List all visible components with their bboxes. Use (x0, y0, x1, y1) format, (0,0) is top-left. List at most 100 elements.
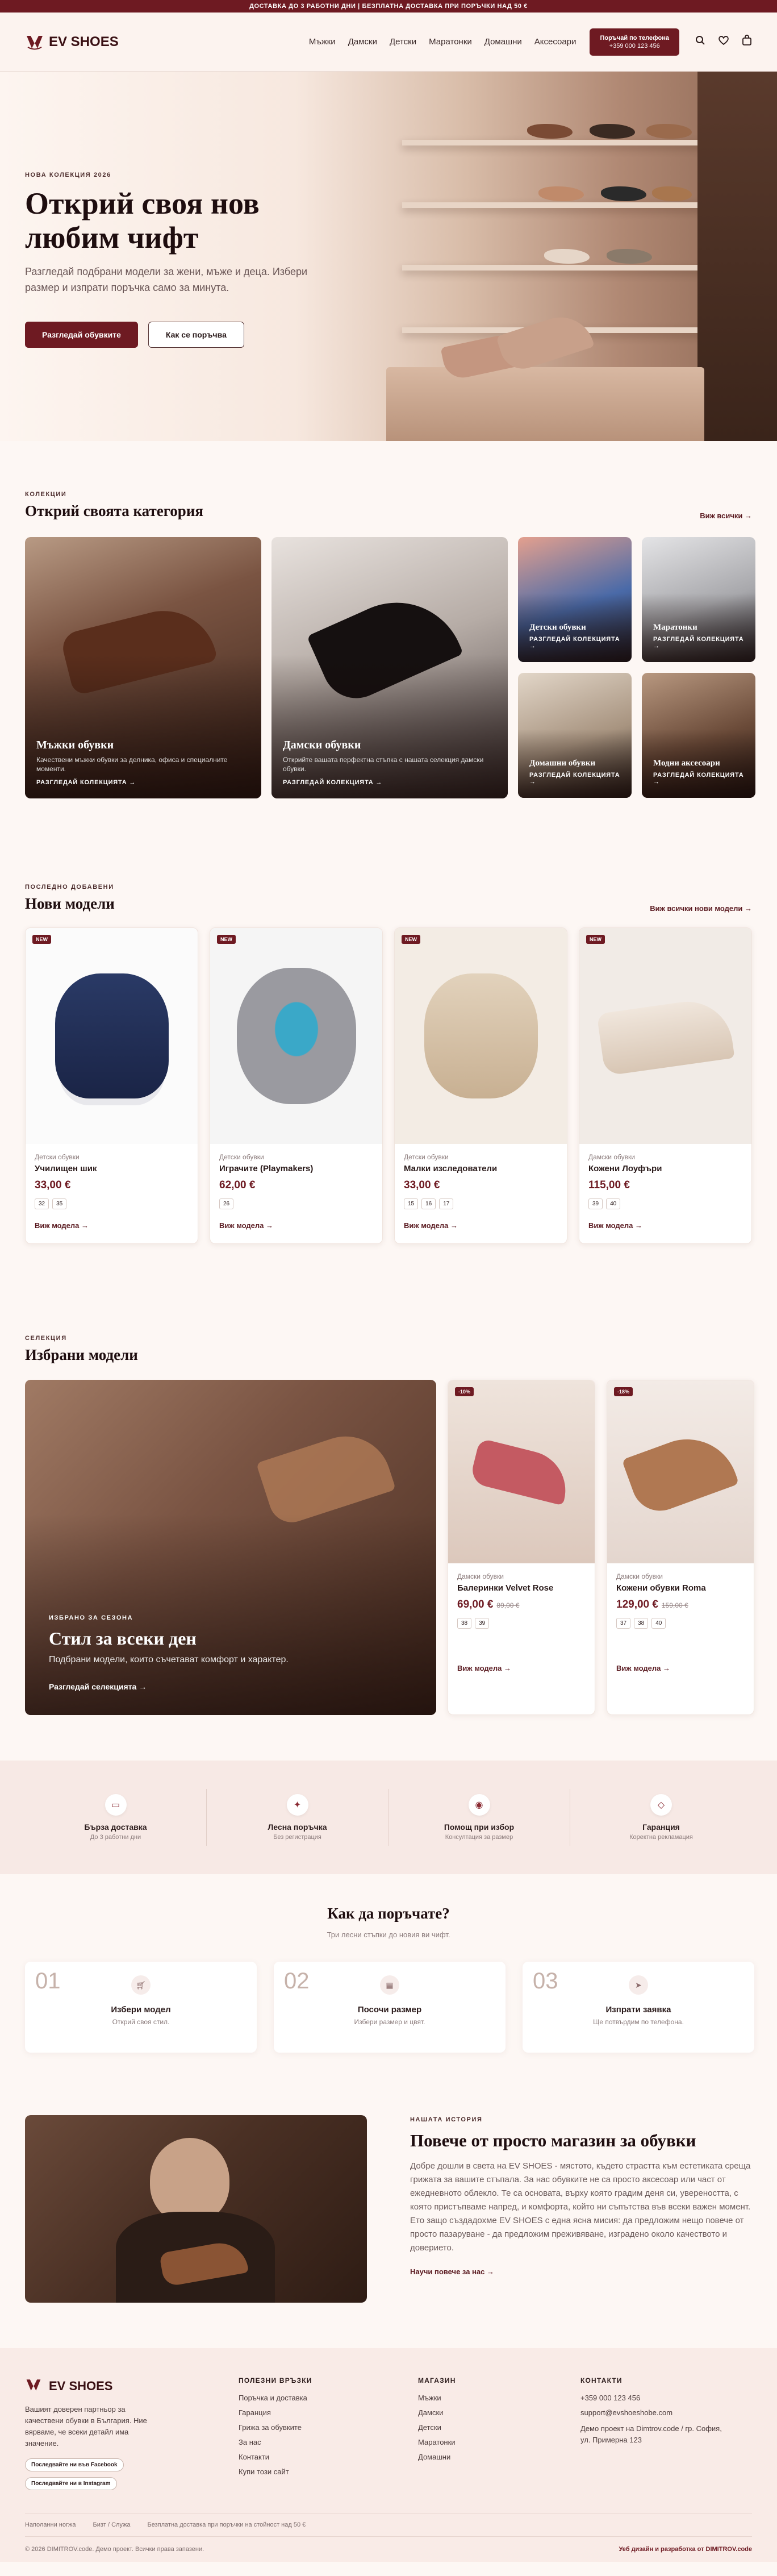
featured-banner[interactable]: ИЗБРАНО ЗА СЕЗОНА Стил за всеки ден Подб… (25, 1380, 436, 1715)
product-card[interactable]: NEW Детски обувки Училищен шик 33,00 € 3… (25, 927, 198, 1244)
footer-link[interactable]: За нас (239, 2438, 418, 2446)
view-product-link[interactable]: Виж модела → (35, 1221, 89, 1230)
step-text: Открий своя стил. (112, 2018, 170, 2026)
browse-selection-link[interactable]: Разгледай селекцията → (49, 1682, 147, 1691)
category-card-home[interactable]: Домашни обувки РАЗГЛЕДАЙ КОЛЕКЦИЯТА → (518, 673, 632, 798)
nav-link-sneakers[interactable]: Маратонки (429, 37, 472, 47)
size-option[interactable]: 38 (457, 1618, 472, 1629)
benefit-title: Лесна поръчка (268, 1822, 327, 1832)
site-header: EV SHOES Мъжки Дамски Детски Маратонки Д… (0, 13, 777, 72)
product-image: NEW (395, 928, 567, 1144)
logo[interactable]: EV SHOES (25, 32, 119, 52)
footer-link[interactable]: Контакти (239, 2453, 418, 2461)
how-to-order-button[interactable]: Как се поръчва (148, 322, 244, 348)
cart-icon[interactable] (742, 35, 752, 49)
category-title: Домашни обувки (529, 759, 596, 768)
category-title: Модни аксесоари (653, 759, 720, 768)
view-all-categories-link[interactable]: Виж всички → (700, 511, 752, 520)
size-option[interactable]: 32 (35, 1198, 49, 1209)
footer-link[interactable]: Маратонки (418, 2438, 580, 2446)
size-option[interactable]: 37 (616, 1618, 631, 1629)
discount-badge: -18% (614, 1387, 633, 1396)
footer-link[interactable]: Мъжки (418, 2394, 580, 2402)
category-card-women[interactable]: Дамски обувки Открийте вашата перфектна … (271, 537, 508, 798)
view-product-link[interactable]: Виж модела → (588, 1221, 642, 1230)
product-card[interactable]: NEW Детски обувки Малки изследователи 33… (394, 927, 567, 1244)
heart-icon[interactable] (718, 35, 729, 48)
size-option[interactable]: 17 (439, 1198, 454, 1209)
product-card[interactable]: NEW Дамски обувки Кожени Лоуфъри 115,00 … (579, 927, 752, 1244)
credit-link[interactable]: Уеб дизайн и разработка от DIMITROV.code (619, 2546, 752, 2553)
view-all-new-link[interactable]: Виж всички нови модели → (650, 904, 752, 913)
footer-link[interactable]: Поръчка и доставка (239, 2394, 418, 2402)
arrow-right-icon: → (486, 2267, 494, 2276)
nav-link-accessories[interactable]: Аксесоари (534, 37, 577, 47)
logo-icon (25, 2377, 44, 2396)
new-badge: NEW (32, 935, 51, 944)
product-name: Кожени обувки Roma (616, 1583, 706, 1593)
how-to-title: Как да поръчате? (327, 1905, 450, 1922)
featured-title: Избрани модели (25, 1346, 138, 1363)
size-option[interactable]: 40 (606, 1198, 621, 1209)
footer-link[interactable]: Дамски (418, 2408, 580, 2417)
nav-link-home[interactable]: Домашни (484, 37, 522, 47)
new-badge: NEW (402, 935, 420, 944)
story-title: Повече от просто магазин за обувки (410, 2130, 696, 2150)
benefit-text: До 3 работни дни (90, 1834, 141, 1841)
footer-phone[interactable]: +359 000 123 456 (580, 2394, 751, 2402)
footer-link[interactable]: Детски (418, 2423, 580, 2432)
footer-logo[interactable]: EV SHOES (25, 2377, 239, 2396)
size-option[interactable]: 38 (634, 1618, 649, 1629)
browse-shoes-button[interactable]: Разгледай обувките (25, 322, 138, 348)
size-option[interactable]: 15 (404, 1198, 419, 1209)
footer-link[interactable]: Купи този сайт (239, 2467, 418, 2476)
category-title: Маратонки (653, 623, 697, 632)
view-product-link[interactable]: Виж модела → (219, 1221, 273, 1230)
phone-order-button[interactable]: Поръчай по телефона +359 000 123 456 (590, 28, 679, 56)
view-product-link[interactable]: Виж модела → (457, 1664, 586, 1672)
facebook-link[interactable]: Последвайте ни във Facebook (25, 2458, 124, 2471)
product-card[interactable]: -10% Дамски обувки Балеринки Velvet Rose… (448, 1380, 595, 1715)
logo-icon (25, 32, 44, 52)
footer-info-row: Наполанни ногжа Бизт / Служа Безплатна д… (25, 2513, 752, 2528)
size-option[interactable]: 35 (52, 1198, 67, 1209)
hero-title: Открий своя нов любим чифт (25, 186, 343, 255)
view-product-link[interactable]: Виж модела → (404, 1221, 458, 1230)
footer-link[interactable]: Гаранция (239, 2408, 418, 2417)
product-category: Дамски обувки (588, 1153, 635, 1161)
view-product-link[interactable]: Виж модела → (616, 1664, 745, 1672)
footer-info[interactable]: Бизт / Служа (93, 2521, 130, 2528)
category-card-sneakers[interactable]: Маратонки РАЗГЛЕДАЙ КОЛЕКЦИЯТА → (642, 537, 755, 662)
size-option[interactable]: 39 (475, 1618, 490, 1629)
footer-link[interactable]: Домашни (418, 2453, 580, 2461)
learn-more-link[interactable]: Научи повече за нас → (410, 2267, 494, 2276)
footer-email[interactable]: support@evshoeshobe.com (580, 2408, 751, 2417)
nav-link-kids[interactable]: Детски (390, 37, 416, 47)
product-name: Играчите (Playmakers) (219, 1164, 314, 1173)
category-card-accessories[interactable]: Модни аксесоари РАЗГЛЕДАЙ КОЛЕКЦИЯТА → (642, 673, 755, 798)
product-image: -18% (607, 1380, 754, 1563)
product-name: Малки изследователи (404, 1164, 498, 1173)
footer-info[interactable]: Наполанни ногжа (25, 2521, 76, 2528)
instagram-link[interactable]: Последвайте ни в Instagram (25, 2477, 117, 2490)
category-card-kids[interactable]: Детски обувки РАЗГЛЕДАЙ КОЛЕКЦИЯТА → (518, 537, 632, 662)
copyright: © 2026 DIMITROV.code. Демо проект. Всичк… (25, 2546, 204, 2553)
category-link: РАЗГЛЕДАЙ КОЛЕКЦИЯТА → (36, 779, 136, 786)
product-card[interactable]: -18% Дамски обувки Кожени обувки Roma 12… (607, 1380, 754, 1715)
size-list: 32 35 (35, 1198, 189, 1209)
size-option[interactable]: 39 (588, 1198, 603, 1209)
nav-link-men[interactable]: Мъжки (309, 37, 336, 47)
size-option[interactable]: 40 (651, 1618, 666, 1629)
logo-text: EV SHOES (49, 34, 119, 49)
size-option[interactable]: 26 (219, 1198, 234, 1209)
product-price: 115,00 € (588, 1179, 630, 1191)
nav-link-women[interactable]: Дамски (348, 37, 377, 47)
arrow-right-icon: → (745, 511, 752, 520)
search-icon[interactable] (695, 35, 705, 48)
product-card[interactable]: NEW Детски обувки Играчите (Playmakers) … (210, 927, 383, 1244)
footer-link[interactable]: Грижа за обувките (239, 2423, 418, 2432)
category-card-men[interactable]: Мъжки обувки Качествени мъжки обувки за … (25, 537, 261, 798)
how-to-order-section: Как да поръчате? Три лесни стъпки до нов… (0, 1905, 777, 2053)
size-option[interactable]: 16 (421, 1198, 436, 1209)
footer-info: Безплатна доставка при поръчки на стойно… (147, 2521, 306, 2528)
